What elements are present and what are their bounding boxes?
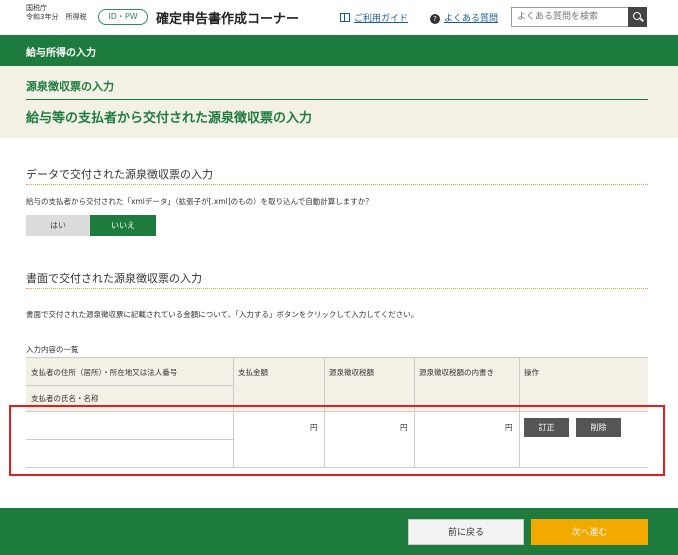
sub-title: 源泉徴収票の入力 <box>26 80 114 93</box>
page-title-area: 源泉徴収票の入力 給与等の支払者から交付された源泉徴収票の入力 <box>0 66 678 138</box>
highlight-box <box>9 405 665 476</box>
header-amount: 支払金額 <box>238 368 268 377</box>
header-divider <box>26 385 233 386</box>
data-section-divider <box>26 184 648 185</box>
header-withholding: 源泉徴収税額 <box>329 368 374 377</box>
faq-link[interactable]: ? よくある質問 <box>430 11 498 24</box>
page-title: 給与等の支払者から交付された源泉徴収票の入力 <box>26 111 313 126</box>
page: 国税庁 令和3年分 所得税 ID・PW 確定申告書作成コーナー ご利用ガイド ?… <box>0 0 678 555</box>
guide-link[interactable]: ご利用ガイド <box>340 11 408 24</box>
header-withholding-detail: 源泉徴収税額の内書き <box>419 368 494 377</box>
paper-section-description: 書面で交付された源泉徴収票に記載されている金額について、「入力する」ボタンをクリ… <box>26 310 419 319</box>
paper-section-divider <box>26 288 648 289</box>
yes-button[interactable]: はい <box>26 215 90 236</box>
next-button[interactable]: 次へ進む <box>531 519 648 545</box>
agency-logo: 国税庁 令和3年分 所得税 <box>26 4 86 22</box>
faq-search-input[interactable] <box>511 7 629 27</box>
site-header: 国税庁 令和3年分 所得税 ID・PW 確定申告書作成コーナー ご利用ガイド ?… <box>0 0 678 35</box>
faq-link-label: よくある質問 <box>444 14 499 24</box>
agency-name: 国税庁 <box>26 4 47 12</box>
input-list-label: 入力内容の一覧 <box>26 345 79 354</box>
back-button[interactable]: 前に戻る <box>408 519 524 545</box>
site-title: 確定申告書作成コーナー <box>156 12 300 27</box>
guide-link-label: ご利用ガイド <box>354 14 409 24</box>
table-header: 支払者の住所（居所）・所在地又は法人番号 支払者の氏名・名称 支払金額 源泉徴収… <box>26 357 648 411</box>
xml-import-question: 給与の支払者から交付された「xmlデータ」（拡張子が[.xml]のもの）を取り込… <box>26 197 373 206</box>
search-icon[interactable] <box>628 7 647 27</box>
header-payer-address: 支払者の住所（居所）・所在地又は法人番号 <box>31 368 178 377</box>
book-icon <box>340 13 350 22</box>
id-pw-badge: ID・PW <box>98 9 148 25</box>
no-button[interactable]: いいえ <box>90 215 156 236</box>
header-operation: 操作 <box>524 368 539 377</box>
data-section-heading: データで交付された源泉徴収票の入力 <box>26 168 213 181</box>
header-payer-name: 支払者の氏名・名称 <box>31 394 99 403</box>
paper-section-heading: 書面で交付された源泉徴収票の入力 <box>26 272 202 285</box>
section-bar: 給与所得の入力 <box>0 35 678 66</box>
question-icon: ? <box>430 14 440 24</box>
section-title: 給与所得の入力 <box>26 48 96 59</box>
year-form-label: 令和3年分 所得税 <box>26 13 87 21</box>
title-divider <box>26 99 648 100</box>
footer-bar: 前に戻る 次へ進む <box>0 508 678 555</box>
